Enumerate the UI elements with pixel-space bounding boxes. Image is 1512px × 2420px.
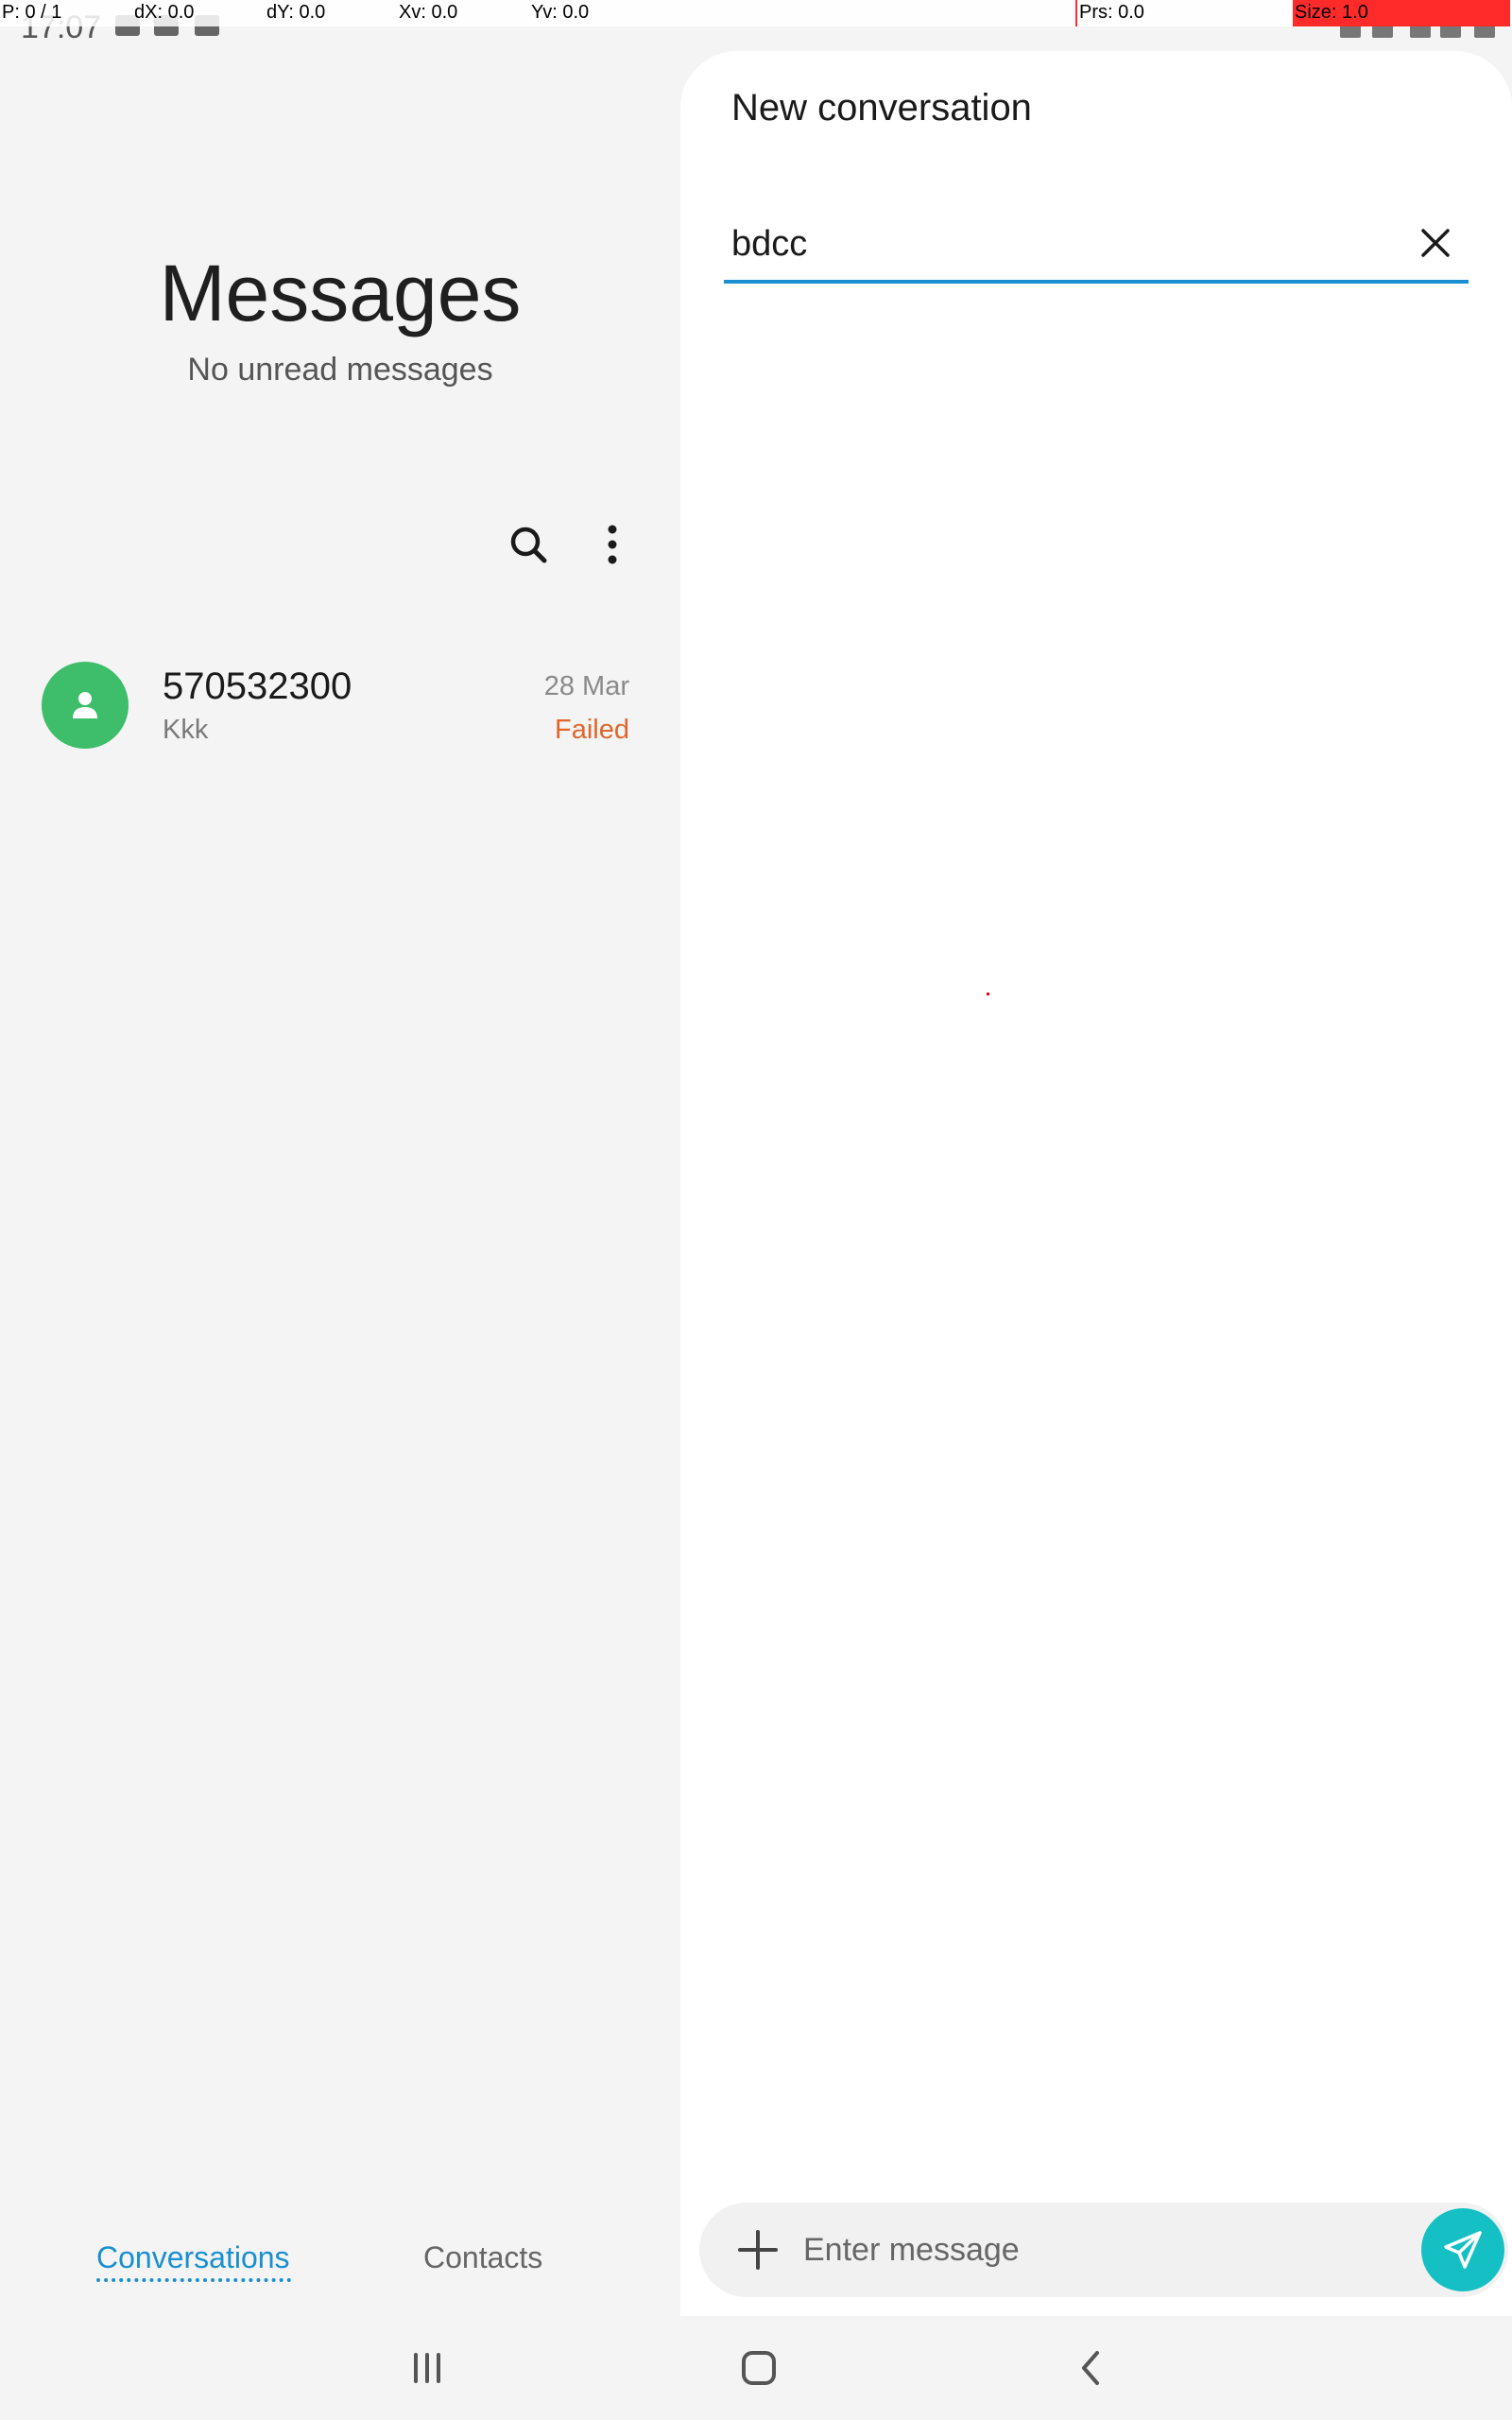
debug-size: Size: 1.0	[1293, 0, 1510, 26]
touch-point-marker	[987, 993, 989, 995]
more-options-button[interactable]	[582, 514, 643, 575]
search-icon	[510, 527, 547, 563]
new-conversation-title: New conversation	[731, 87, 1032, 129]
page-title: Messages	[159, 249, 522, 337]
pointer-debug-overlay: P: 0 / 1 dX: 0.0 dY: 0.0 Xv: 0.0 Yv: 0.0…	[0, 0, 1512, 26]
conversation-date: 28 Mar	[543, 671, 629, 701]
messages-pane: Messages No unread messages 570532300 Kk…	[0, 0, 680, 2316]
back-icon	[1082, 2351, 1099, 2385]
tab-contacts[interactable]: Contacts	[423, 2240, 542, 2275]
attach-button[interactable]	[730, 2221, 786, 2278]
plus-icon	[738, 2230, 778, 2270]
send-icon	[1444, 2231, 1482, 2269]
message-input[interactable]	[803, 2216, 1370, 2284]
new-conversation-panel: New conversation	[680, 51, 1512, 2316]
debug-pressure: Prs: 0.0	[1079, 2, 1144, 23]
tab-conversations[interactable]: Conversations	[96, 2240, 290, 2275]
debug-xv: Xv: 0.0	[399, 2, 458, 23]
send-button[interactable]	[1421, 2208, 1504, 2291]
debug-dx: dX: 0.0	[134, 2, 195, 23]
debug-dy: dY: 0.0	[266, 2, 326, 23]
debug-yv: Yv: 0.0	[531, 2, 590, 23]
conversation-item[interactable]: 570532300 Kkk 28 Mar Failed	[0, 643, 680, 766]
home-icon	[742, 2351, 776, 2385]
navigation-bar	[0, 2316, 1512, 2420]
search-button[interactable]	[498, 514, 558, 575]
debug-pressure-marker	[1075, 0, 1077, 26]
recipient-field	[724, 210, 1469, 284]
message-composer	[699, 2203, 1508, 2297]
clear-recipient-button[interactable]	[1402, 210, 1469, 276]
debug-pointer-count: P: 0 / 1	[2, 2, 62, 23]
recent-apps-icon	[414, 2353, 440, 2383]
recipient-input[interactable]	[731, 210, 1374, 278]
unread-summary: No unread messages	[187, 352, 493, 388]
person-icon	[73, 692, 97, 718]
tab-active-indicator	[96, 2278, 291, 2282]
home-button[interactable]	[721, 2335, 797, 2401]
more-vertical-icon	[608, 525, 617, 564]
conversation-name: 570532300	[163, 666, 352, 707]
recent-apps-button[interactable]	[389, 2335, 465, 2401]
avatar	[42, 662, 129, 749]
conversation-preview: Kkk	[163, 715, 209, 745]
conversation-status: Failed	[555, 715, 629, 745]
close-icon	[1421, 229, 1450, 257]
back-button[interactable]	[1054, 2335, 1129, 2401]
